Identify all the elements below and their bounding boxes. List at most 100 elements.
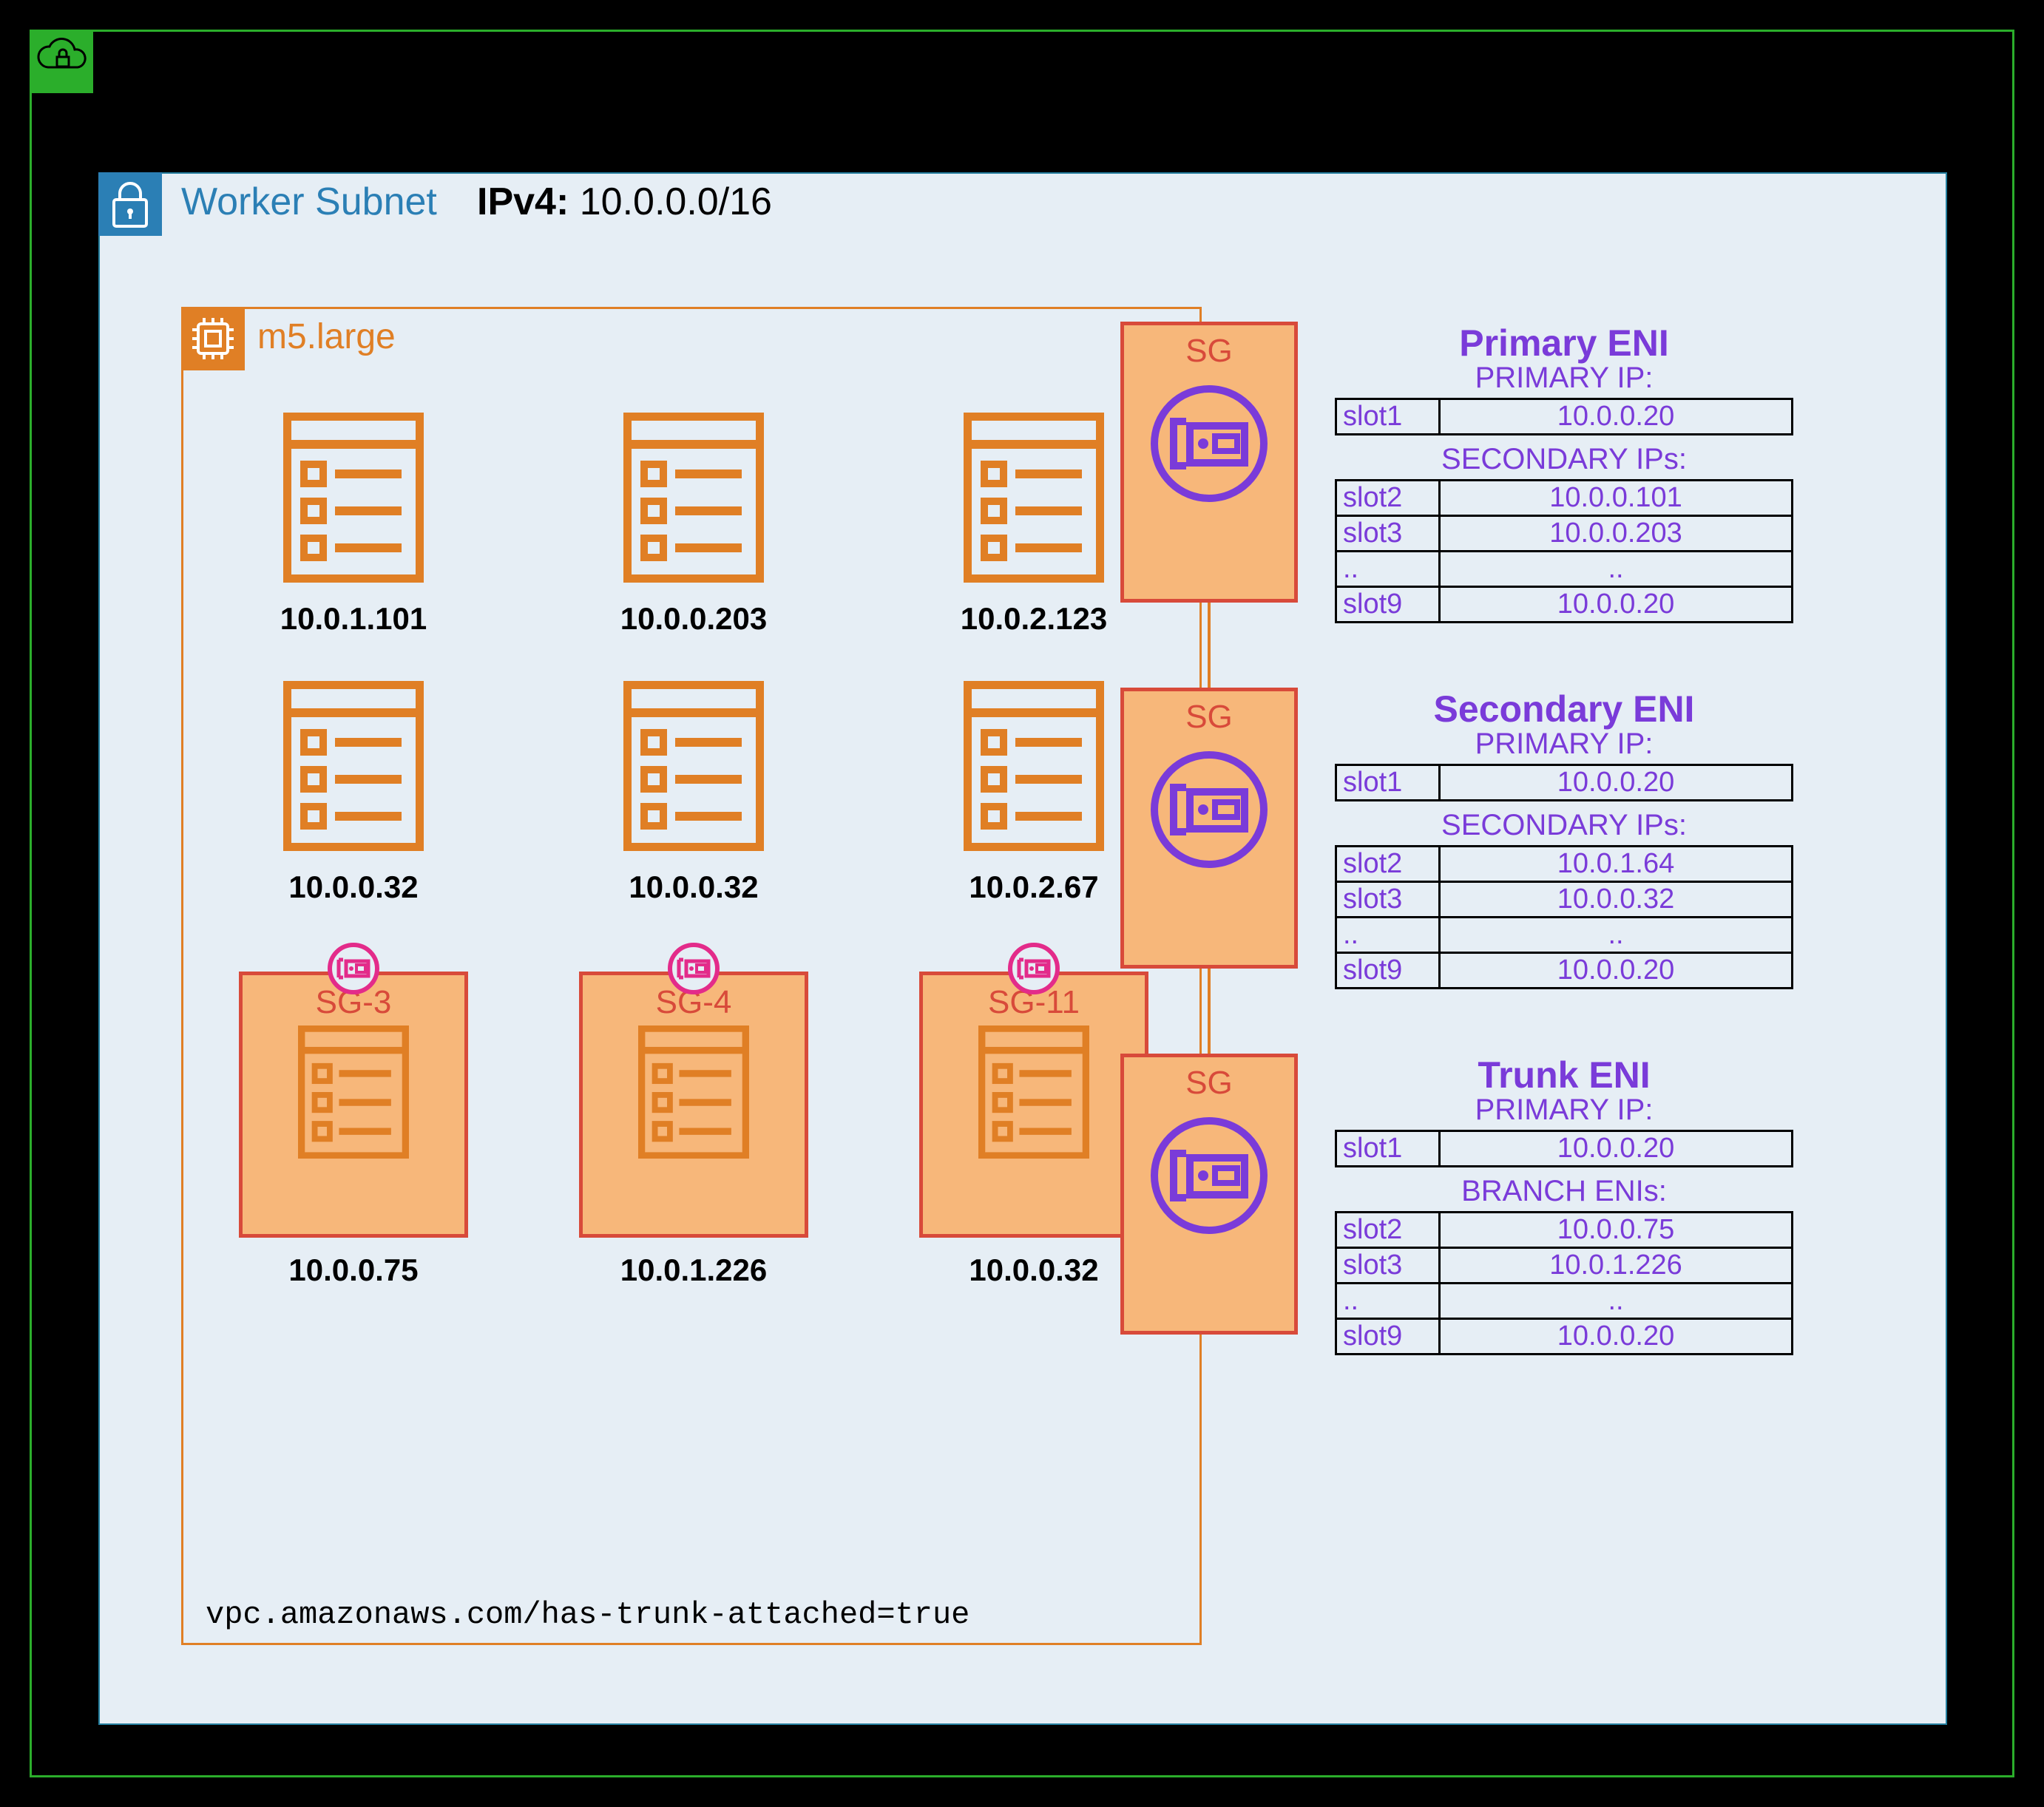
slot-cell: slot1: [1336, 399, 1440, 435]
connector-line: [1208, 969, 1211, 1054]
pod: 10.0.0.32: [568, 681, 819, 905]
branch-eni-icon: [667, 942, 720, 995]
pod-icon: [623, 681, 764, 851]
subnet-cidr: IPv4: 10.0.0.0/16: [477, 180, 772, 224]
slot-cell: slot9: [1336, 587, 1440, 623]
connector-line: [1208, 603, 1211, 688]
ip-cell: 10.0.1.226: [1440, 1248, 1793, 1284]
slot-cell: slot1: [1336, 765, 1440, 801]
slot-cell: slot2: [1336, 847, 1440, 882]
secondary-ip-table: slot210.0.1.64 slot310.0.0.32 .... slot9…: [1335, 845, 1793, 989]
sg-pod: SG-3 10.0.0.75: [228, 972, 479, 1288]
trunk-annotation: vpc.amazonaws.com/has-trunk-attached=tru…: [206, 1597, 969, 1633]
pod-icon: [283, 681, 424, 851]
ip-cell: 10.0.1.64: [1440, 847, 1793, 882]
security-group-box: SG-4: [579, 972, 808, 1238]
pod-ip: 10.0.1.101: [228, 601, 479, 637]
security-group-box: SG: [1120, 1054, 1298, 1335]
slot-cell: slot3: [1336, 516, 1440, 552]
ipv4-label: IPv4:: [477, 180, 569, 223]
pod-ip: 10.0.2.123: [908, 601, 1160, 637]
security-group-label: SG: [1185, 1065, 1233, 1102]
ip-cell: ..: [1440, 552, 1793, 587]
vpc-icon: [30, 30, 93, 93]
ec2-instance: m5.large 10.0.1.101 10.0.0.203 10.0.2.12…: [181, 307, 1202, 1645]
table-row: ....: [1336, 1284, 1793, 1319]
eni-icon: [1150, 1116, 1268, 1235]
ip-cell: 10.0.0.20: [1440, 953, 1793, 989]
secondary-ip-table: slot210.0.0.101 slot310.0.0.203 .... slo…: [1335, 479, 1793, 623]
instance-type: m5.large: [257, 316, 396, 357]
slot-cell: slot2: [1336, 1213, 1440, 1248]
table-row: slot110.0.0.20: [1336, 1131, 1793, 1167]
pod-icon: [964, 681, 1104, 851]
pod-ip: 10.0.0.203: [568, 601, 819, 637]
security-group-box: SG-11: [919, 972, 1148, 1238]
eni-title: Trunk ENI: [1320, 1054, 1808, 1096]
table-row: slot210.0.1.64: [1336, 847, 1793, 882]
security-group-box: SG-3: [239, 972, 468, 1238]
security-group-box: SG: [1120, 322, 1298, 603]
ip-cell: 10.0.0.32: [1440, 882, 1793, 918]
ip-cell: ..: [1440, 1284, 1793, 1319]
subnet-title: Worker Subnet: [181, 180, 437, 224]
primary-ip-label: PRIMARY IP:: [1320, 728, 1808, 761]
slot-cell: slot9: [1336, 953, 1440, 989]
security-group-label: SG: [1185, 333, 1233, 370]
pod-ip: 10.0.0.75: [228, 1252, 479, 1288]
secondary-ip-label: SECONDARY IPs:: [1320, 443, 1808, 476]
pod-icon: [623, 413, 764, 583]
ip-cell: 10.0.0.20: [1440, 1319, 1793, 1355]
table-row: slot110.0.0.20: [1336, 399, 1793, 435]
pod: 10.0.0.203: [568, 413, 819, 637]
secondary-ip-label: SECONDARY IPs:: [1320, 809, 1808, 842]
table-row: slot910.0.0.20: [1336, 1319, 1793, 1355]
table-row: slot210.0.0.75: [1336, 1213, 1793, 1248]
table-row: slot110.0.0.20: [1336, 765, 1793, 801]
slot-cell: slot1: [1336, 1131, 1440, 1167]
slot-cell: slot3: [1336, 882, 1440, 918]
table-row: slot910.0.0.20: [1336, 953, 1793, 989]
ip-cell: 10.0.0.101: [1440, 481, 1793, 516]
ip-cell: 10.0.0.75: [1440, 1213, 1793, 1248]
sg-pod: SG-4 10.0.1.226: [568, 972, 819, 1288]
slot-cell: slot9: [1336, 1319, 1440, 1355]
ip-cell: 10.0.0.20: [1440, 587, 1793, 623]
slot-cell: slot2: [1336, 481, 1440, 516]
ip-cell: 10.0.0.20: [1440, 1131, 1793, 1167]
slot-cell: ..: [1336, 552, 1440, 587]
ip-cell: 10.0.0.203: [1440, 516, 1793, 552]
table-row: slot310.0.0.203: [1336, 516, 1793, 552]
ip-cell: 10.0.0.20: [1440, 399, 1793, 435]
primary-ip-table: slot110.0.0.20: [1335, 398, 1793, 435]
primary-ip-table: slot110.0.0.20: [1335, 764, 1793, 801]
eni-icon: [1150, 750, 1268, 869]
branch-eni-icon: [327, 942, 380, 995]
eni-details: Secondary ENI PRIMARY IP: slot110.0.0.20…: [1320, 688, 1808, 997]
subnet-panel: Worker Subnet IPv4: 10.0.0.0/16 m5.large…: [98, 172, 1947, 1725]
primary-ip-table: slot110.0.0.20: [1335, 1130, 1793, 1167]
ip-cell: 10.0.0.20: [1440, 765, 1793, 801]
slot-cell: slot3: [1336, 1248, 1440, 1284]
vpc-container: Worker Subnet IPv4: 10.0.0.0/16 m5.large…: [30, 30, 2014, 1777]
pod-icon: [638, 1025, 749, 1159]
pod-ip: 10.0.0.32: [228, 869, 479, 905]
pod-icon: [964, 413, 1104, 583]
pod-ip: 10.0.1.226: [568, 1252, 819, 1288]
eni-icon: [1150, 384, 1268, 503]
pod-icon: [283, 413, 424, 583]
branch-eni-table: slot210.0.0.75 slot310.0.1.226 .... slot…: [1335, 1211, 1793, 1355]
branch-eni-icon: [1007, 942, 1060, 995]
primary-ip-label: PRIMARY IP:: [1320, 1094, 1808, 1127]
table-row: slot310.0.1.226: [1336, 1248, 1793, 1284]
eni-title: Secondary ENI: [1320, 688, 1808, 730]
ipv4-value: 10.0.0.0/16: [580, 180, 772, 223]
security-group-box: SG: [1120, 688, 1298, 969]
branch-eni-label: BRANCH ENIs:: [1320, 1175, 1808, 1208]
pod: 10.0.0.32: [228, 681, 479, 905]
ec2-chip-icon: [181, 307, 245, 370]
pod-icon: [978, 1025, 1089, 1159]
primary-ip-label: PRIMARY IP:: [1320, 362, 1808, 395]
security-group-label: SG: [1185, 699, 1233, 736]
table-row: ....: [1336, 552, 1793, 587]
